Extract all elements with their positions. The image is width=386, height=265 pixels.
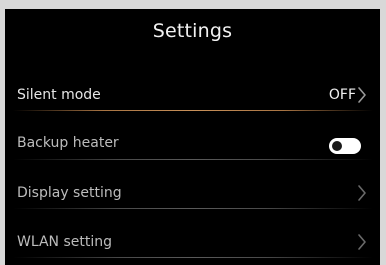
- chevron-right-icon: [357, 184, 367, 202]
- chevron-right-icon: [357, 86, 367, 104]
- display-setting-label: Display setting: [17, 185, 122, 201]
- divider-active: [13, 110, 373, 111]
- toggle-knob: [332, 141, 342, 151]
- backup-heater-label: Backup heater: [17, 135, 119, 151]
- chevron-right-icon: [357, 233, 367, 251]
- silent-mode-label: Silent mode: [17, 87, 101, 103]
- display-setting-row[interactable]: Display setting: [5, 169, 380, 217]
- divider: [13, 257, 373, 258]
- divider: [13, 208, 373, 209]
- divider: [13, 159, 373, 160]
- wlan-setting-label: WLAN setting: [17, 234, 112, 250]
- page-title: Settings: [152, 20, 233, 42]
- backup-heater-toggle[interactable]: [329, 138, 361, 154]
- settings-screen: Settings Silent mode OFF Backup heater D…: [5, 9, 380, 265]
- silent-mode-value: OFF: [328, 87, 356, 103]
- silent-mode-row[interactable]: Silent mode OFF: [5, 71, 380, 119]
